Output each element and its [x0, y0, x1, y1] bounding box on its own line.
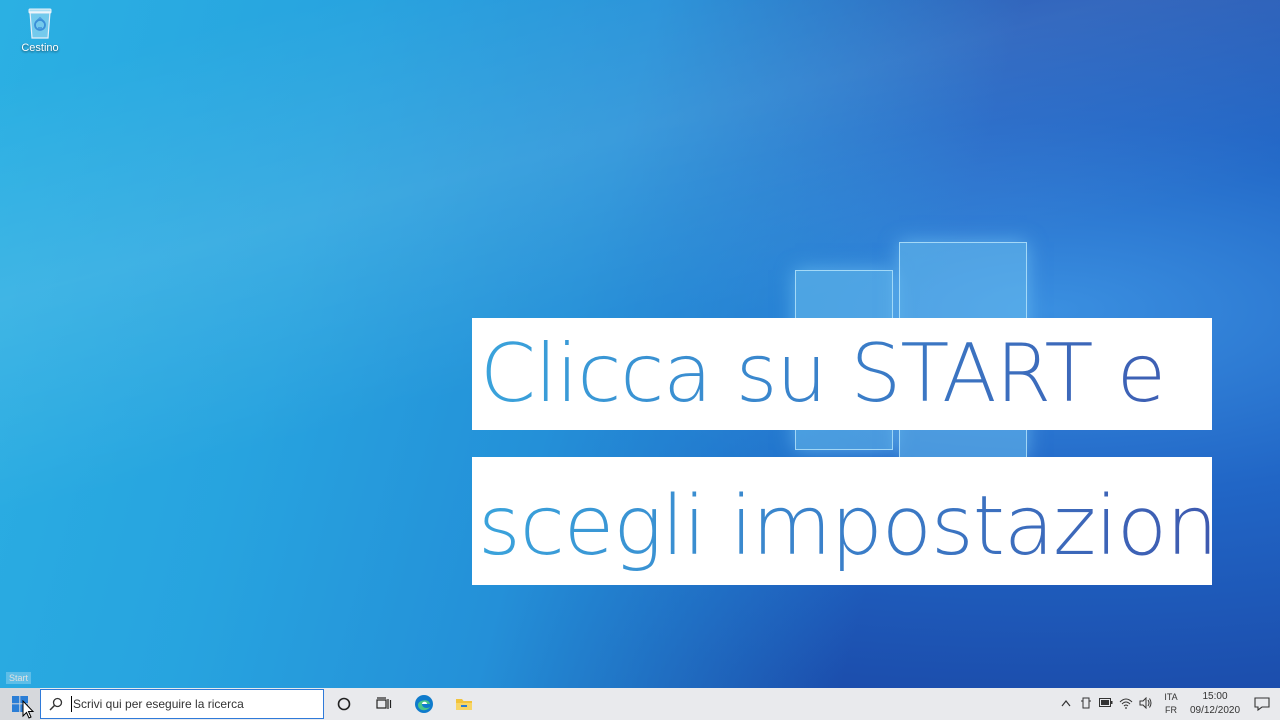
caption-line-1: Clicca su START e	[472, 318, 1212, 430]
edge-button[interactable]	[404, 688, 444, 720]
desktop: Cestino Clicca su START e scegli imposta…	[0, 0, 1280, 688]
edge-icon	[415, 695, 433, 713]
system-tray: ITA FR 15:00 09/12/2020	[1056, 688, 1280, 720]
battery-icon[interactable]	[1096, 698, 1116, 710]
file-explorer-icon	[456, 699, 472, 710]
search-input[interactable]: Scrivi qui per eseguire la ricerca	[73, 697, 244, 711]
search-box[interactable]: Scrivi qui per eseguire la ricerca	[40, 689, 324, 719]
notification-button[interactable]	[1244, 697, 1280, 711]
volume-icon[interactable]	[1136, 696, 1156, 712]
recycle-bin-label: Cestino	[21, 42, 59, 54]
search-icon	[41, 697, 71, 711]
caption-text-2: scegli impostazioni	[472, 457, 1212, 585]
language-indicator[interactable]: ITA FR	[1156, 691, 1186, 717]
cortana-icon	[337, 697, 351, 711]
text-caret	[71, 696, 72, 712]
language-bottom: FR	[1165, 705, 1177, 715]
wifi-icon[interactable]	[1116, 697, 1136, 712]
task-view-icon	[376, 697, 392, 709]
device-icon[interactable]	[1076, 697, 1096, 712]
caption-text-1: Clicca su START e	[472, 318, 1212, 430]
taskbar: Scrivi qui per eseguire la ricerca ITA F…	[0, 688, 1280, 720]
clock-date: 09/12/2020	[1189, 705, 1241, 716]
chevron-up-icon[interactable]	[1056, 698, 1076, 710]
cortana-button[interactable]	[324, 688, 364, 720]
recycle-bin[interactable]: Cestino	[14, 6, 66, 54]
recycle-bin-icon	[25, 6, 55, 40]
clock-time: 15:00	[1202, 691, 1228, 702]
mouse-cursor	[22, 700, 35, 719]
task-view-button[interactable]	[364, 688, 404, 720]
caption-line-2: scegli impostazioni	[472, 457, 1212, 585]
language-top: ITA	[1164, 692, 1178, 702]
file-explorer-button[interactable]	[444, 688, 484, 720]
clock[interactable]: 15:00 09/12/2020	[1186, 690, 1244, 718]
notification-icon	[1254, 697, 1270, 711]
start-tooltip: Start	[6, 672, 32, 684]
